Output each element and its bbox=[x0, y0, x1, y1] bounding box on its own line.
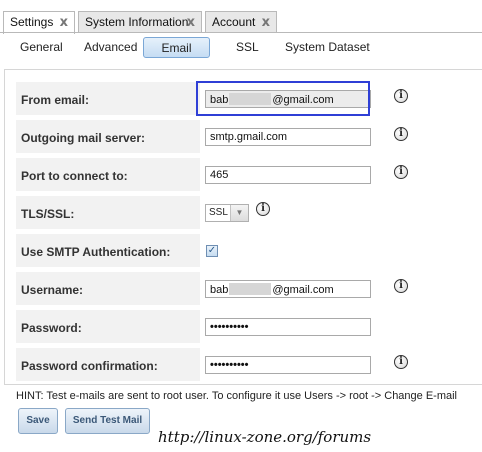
top-tab-strip: Settings ⅹ System Information ⅹ Account … bbox=[0, 0, 482, 34]
port-label: Port to connect to: bbox=[16, 158, 200, 192]
row-username: Username: bab @gmail.com i bbox=[16, 272, 482, 306]
password-field[interactable]: •••••••••• bbox=[205, 318, 371, 336]
row-password-confirmation: Password confirmation: •••••••••• i bbox=[16, 348, 482, 382]
info-icon[interactable]: i bbox=[394, 279, 408, 293]
row-smtp-auth: Use SMTP Authentication: ✓ bbox=[16, 234, 482, 268]
hint-text: HINT: Test e-mails are sent to root user… bbox=[16, 390, 458, 402]
save-button[interactable]: Save bbox=[18, 408, 58, 434]
username-cell: bab @gmail.com i bbox=[200, 272, 482, 306]
row-from-email: From email: bab @gmail.com i bbox=[16, 82, 482, 116]
subtab-advanced[interactable]: Advanced bbox=[84, 40, 137, 54]
subtab-ssl[interactable]: SSL bbox=[236, 40, 259, 54]
info-icon[interactable]: i bbox=[394, 89, 408, 103]
sub-tab-bar: General Advanced Email SSL System Datase… bbox=[0, 33, 482, 61]
password-confirmation-label: Password confirmation: bbox=[16, 348, 200, 382]
row-outgoing-server: Outgoing mail server: smtp.gmail.com i bbox=[16, 120, 482, 154]
redaction-mask bbox=[229, 93, 272, 105]
tls-ssl-select[interactable]: SSL ▼ bbox=[205, 204, 249, 222]
from-email-cell: bab @gmail.com i bbox=[200, 82, 482, 116]
tls-ssl-cell: SSL ▼ i bbox=[200, 196, 482, 230]
row-tls-ssl: TLS/SSL: SSL ▼ i bbox=[16, 196, 482, 230]
password-cell: •••••••••• bbox=[200, 310, 482, 344]
outgoing-server-field[interactable]: smtp.gmail.com bbox=[205, 128, 371, 146]
check-icon: ✓ bbox=[207, 245, 217, 256]
smtp-auth-cell: ✓ bbox=[200, 234, 482, 268]
info-icon[interactable]: i bbox=[394, 355, 408, 369]
subtab-system-dataset[interactable]: System Dataset bbox=[285, 40, 370, 54]
from-email-prefix: bab bbox=[210, 94, 229, 106]
outgoing-server-cell: smtp.gmail.com i bbox=[200, 120, 482, 154]
username-field[interactable]: bab @gmail.com bbox=[205, 280, 371, 298]
send-test-mail-button[interactable]: Send Test Mail bbox=[65, 408, 150, 434]
from-email-label: From email: bbox=[16, 82, 200, 116]
tab-account-label: Account bbox=[212, 15, 256, 29]
tab-settings[interactable]: Settings ⅹ bbox=[3, 11, 75, 34]
password-confirmation-cell: •••••••••• i bbox=[200, 348, 482, 382]
redaction-mask bbox=[229, 283, 272, 295]
subtab-general[interactable]: General bbox=[20, 40, 63, 54]
tls-ssl-value: SSL bbox=[209, 207, 228, 218]
from-email-suffix: @gmail.com bbox=[272, 94, 334, 106]
close-icon[interactable]: ⅹ bbox=[187, 14, 195, 30]
tab-account[interactable]: Account ⅹ bbox=[205, 11, 277, 32]
tab-system-information[interactable]: System Information ⅹ bbox=[78, 11, 202, 32]
info-icon[interactable]: i bbox=[394, 165, 408, 179]
tab-settings-label: Settings bbox=[10, 15, 54, 29]
row-port: Port to connect to: 465 i bbox=[16, 158, 482, 192]
port-field[interactable]: 465 bbox=[205, 166, 371, 184]
row-password: Password: •••••••••• bbox=[16, 310, 482, 344]
tab-system-information-label: System Information bbox=[85, 15, 189, 29]
username-label: Username: bbox=[16, 272, 200, 306]
close-icon[interactable]: ⅹ bbox=[262, 14, 270, 30]
smtp-auth-label: Use SMTP Authentication: bbox=[16, 234, 200, 268]
port-cell: 465 i bbox=[200, 158, 482, 192]
tls-ssl-label: TLS/SSL: bbox=[16, 196, 200, 230]
username-suffix: @gmail.com bbox=[272, 284, 334, 296]
subtab-email[interactable]: Email bbox=[143, 37, 210, 58]
chevron-down-icon[interactable]: ▼ bbox=[230, 205, 248, 221]
smtp-auth-checkbox[interactable]: ✓ bbox=[206, 245, 218, 257]
username-prefix: bab bbox=[210, 284, 229, 296]
from-email-field[interactable]: bab @gmail.com bbox=[205, 90, 371, 108]
info-icon[interactable]: i bbox=[256, 202, 270, 216]
info-icon[interactable]: i bbox=[394, 127, 408, 141]
password-confirmation-field[interactable]: •••••••••• bbox=[205, 356, 371, 374]
outgoing-server-label: Outgoing mail server: bbox=[16, 120, 200, 154]
watermark-url: http://linux-zone.org/forums bbox=[158, 428, 372, 446]
close-icon[interactable]: ⅹ bbox=[60, 14, 68, 30]
password-label: Password: bbox=[16, 310, 200, 344]
